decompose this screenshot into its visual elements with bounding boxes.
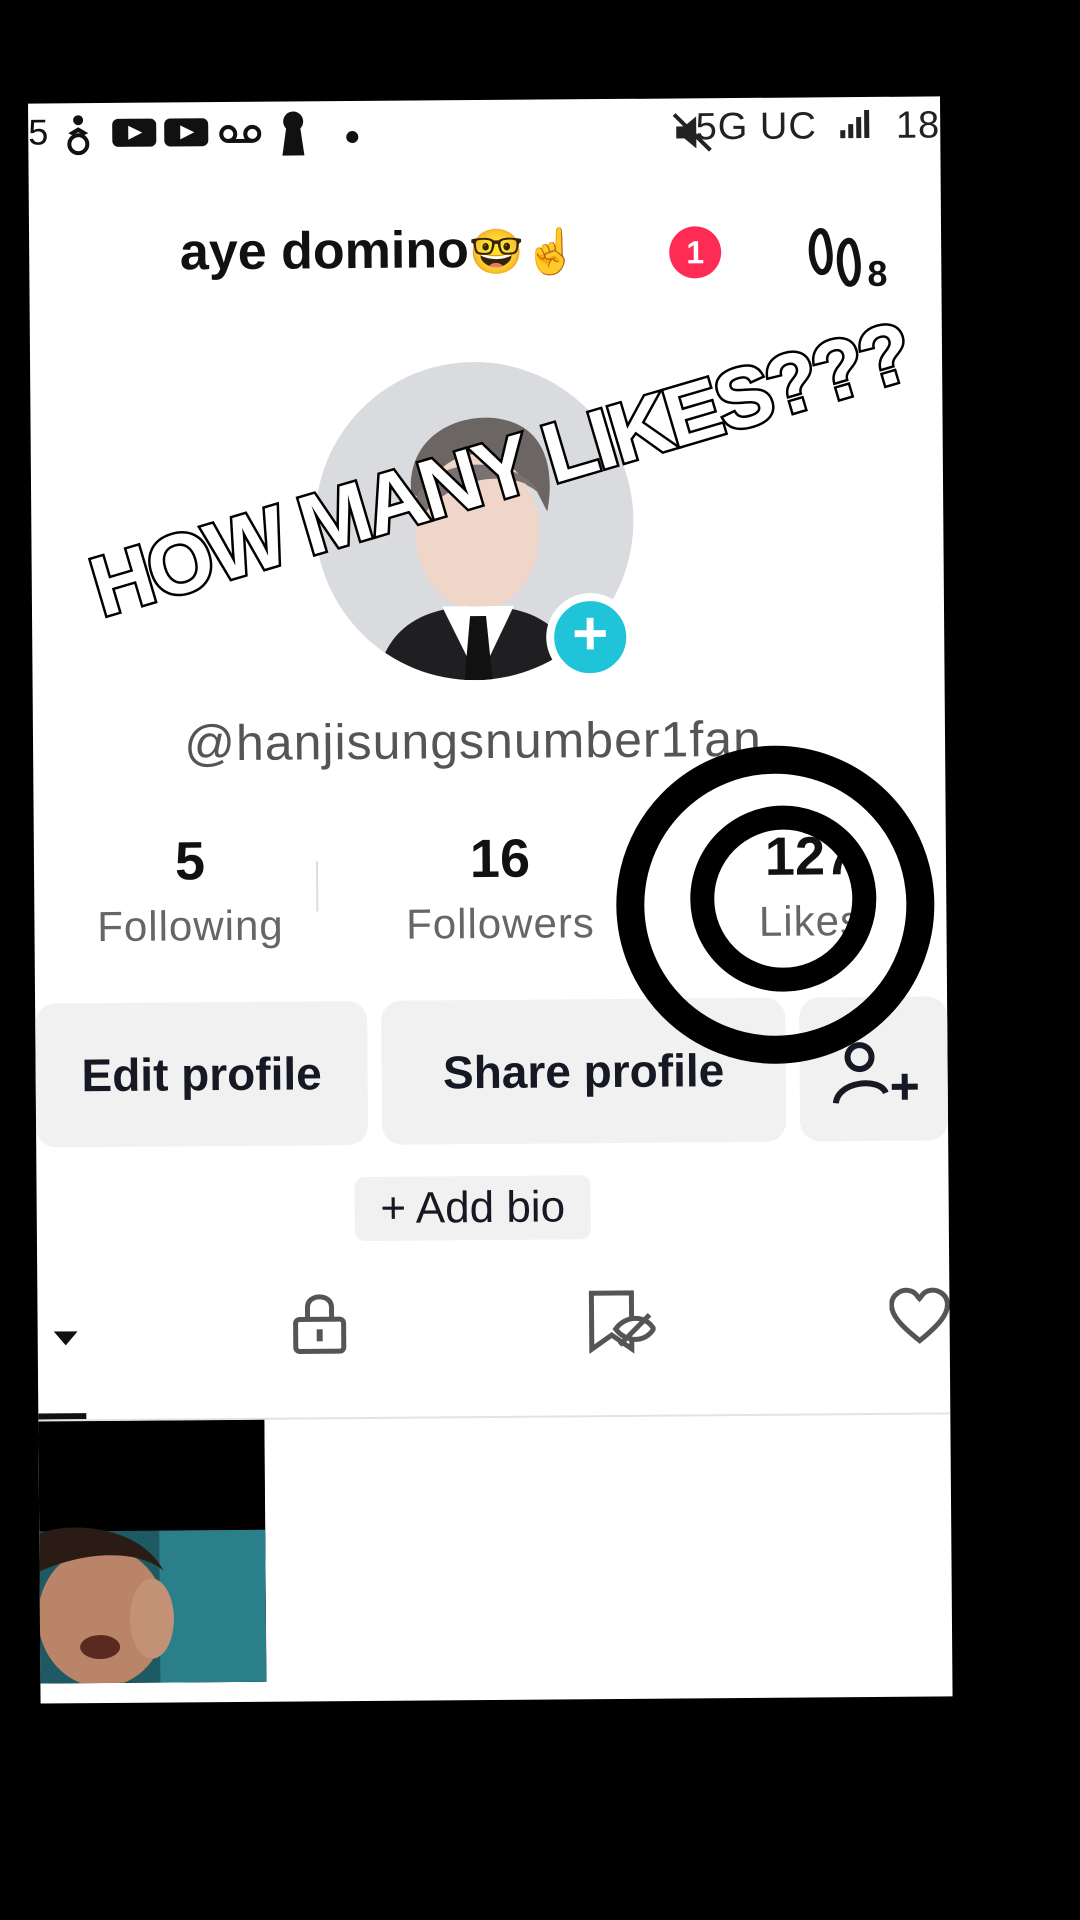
followers-count: 16 [469,828,531,890]
voicemail-icon [219,124,262,144]
liked-tab[interactable] [888,1286,950,1351]
following-label: Following [97,901,284,951]
keyhole-icon [282,111,305,156]
signal-icon [840,109,870,139]
annotation-inner-ring [689,804,878,993]
lock-icon [293,1294,347,1354]
liked-heart-icon [888,1287,950,1344]
accessibility-icon [67,115,90,156]
videos-tab[interactable] [53,1331,78,1350]
youtube-notification-icon [164,118,209,147]
status-left-partial: 5 [28,111,49,153]
private-tab[interactable] [291,1291,348,1360]
following-count: 5 [174,831,206,892]
video-thumbnail-image [38,1419,267,1684]
profile-display-name[interactable]: aye domino🤓☝️ [29,218,729,283]
clock-partial: 18 [895,104,941,147]
video-thumbnail[interactable] [38,1419,267,1684]
hidden-bookmark-icon [588,1290,657,1355]
phone-screen: 5 5G UC 18 aye domino🤓☝️ 1 8 + @hanjisun… [28,96,953,1704]
notification-badge[interactable]: 1 [668,226,722,279]
add-user-icon [832,1042,918,1105]
videos-tab-icon [53,1331,78,1346]
followers-label: Followers [405,899,596,948]
add-bio-button[interactable]: + Add bio [354,1175,591,1242]
status-bar: 5 5G UC 18 [28,96,940,167]
favorites-tab[interactable] [585,1289,657,1361]
display-name-text: aye domino [179,221,470,282]
edit-profile-button[interactable]: Edit profile [35,1000,369,1148]
add-avatar-button[interactable]: + [545,592,635,682]
display-name-emojis: 🤓☝️ [468,227,579,278]
footprint-count: 8 [867,252,888,294]
stat-divider [315,861,319,912]
youtube-notification-icon [112,118,157,147]
footprint-button[interactable]: 8 [807,217,908,298]
network-type: 5G UC [695,105,817,149]
footprint-icon [808,228,861,287]
more-notifications-dot [346,130,359,144]
